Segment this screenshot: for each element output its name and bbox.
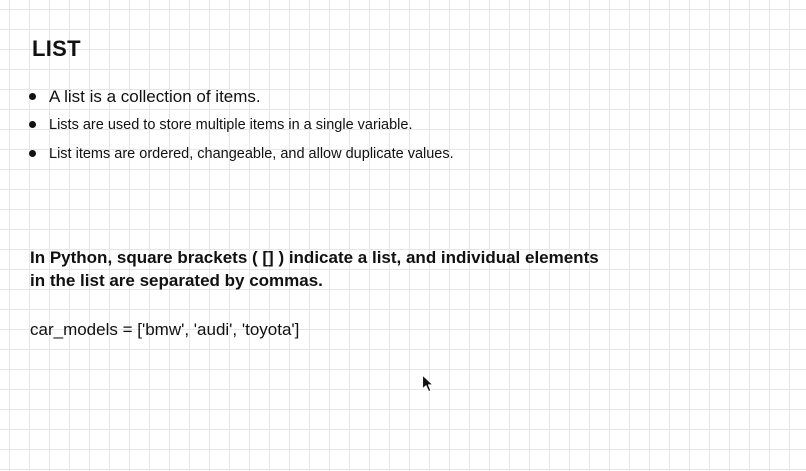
whiteboard-canvas[interactable]: LIST A list is a collection of items. Li…	[0, 0, 806, 471]
list-item: A list is a collection of items.	[28, 85, 454, 108]
code-example: car_models = ['bmw', 'audi', 'toyota']	[30, 320, 300, 339]
bullet-text: List items are ordered, changeable, and …	[49, 146, 454, 162]
note-line-1: In Python, square brackets ( [] ) indica…	[30, 248, 599, 267]
list-item: Lists are used to store multiple items i…	[28, 115, 454, 135]
python-note: In Python, square brackets ( [] ) indica…	[30, 246, 670, 292]
mouse-pointer-icon	[421, 374, 434, 393]
list-item: List items are ordered, changeable, and …	[28, 144, 454, 164]
bullet-list: A list is a collection of items. Lists a…	[28, 85, 454, 173]
bullet-text: Lists are used to store multiple items i…	[49, 117, 413, 133]
note-line-2: in the list are separated by commas.	[30, 271, 323, 290]
page-title: LIST	[32, 36, 81, 61]
bullet-text: A list is a collection of items.	[49, 87, 261, 106]
